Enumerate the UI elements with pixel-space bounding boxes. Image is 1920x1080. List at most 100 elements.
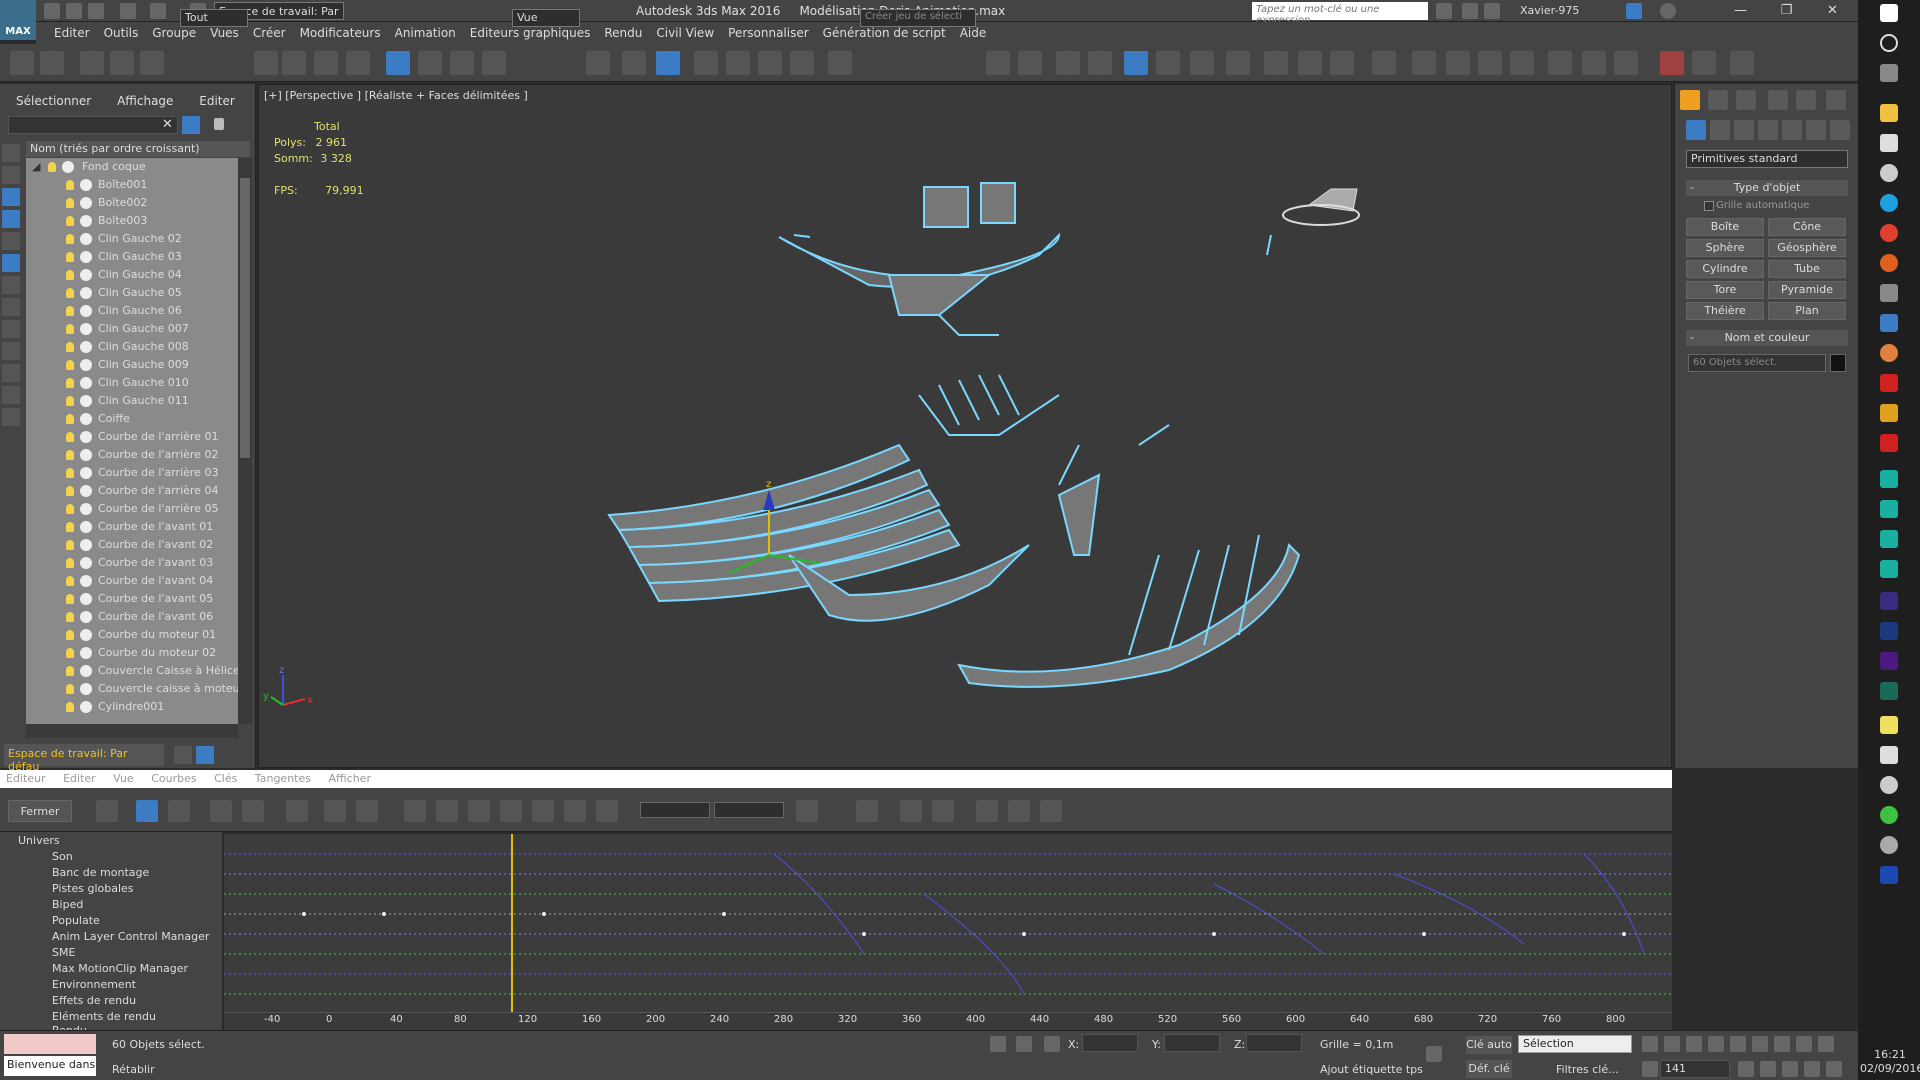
undo-icon[interactable]: [10, 51, 34, 75]
freeze-icon[interactable]: [80, 179, 92, 191]
lightbulb-icon[interactable]: [66, 306, 74, 316]
freeze-icon[interactable]: [80, 539, 92, 551]
lightbulb-icon[interactable]: [66, 630, 74, 640]
list-item[interactable]: Courbe de l'avant 04: [26, 572, 238, 590]
key-frame-field[interactable]: [640, 802, 710, 818]
layers-icon[interactable]: [174, 746, 192, 764]
teapot-button[interactable]: Théière: [1686, 302, 1764, 320]
skype-icon[interactable]: [1880, 194, 1898, 212]
hierarchy-tab-icon[interactable]: [1736, 90, 1756, 110]
lightbulb-icon[interactable]: [66, 378, 74, 388]
move-keys-icon[interactable]: [136, 800, 158, 822]
freeze-icon[interactable]: [80, 629, 92, 641]
lightbulb-icon[interactable]: [66, 684, 74, 694]
container-close-icon[interactable]: [1614, 51, 1638, 75]
display-shapes-icon[interactable]: [2, 166, 20, 184]
tangent-linear-icon[interactable]: [564, 800, 586, 822]
freeze-icon[interactable]: [80, 665, 92, 677]
ce-menu-tangentes[interactable]: Tangentes: [255, 772, 311, 785]
help-icon[interactable]: [1660, 3, 1676, 19]
redo-icon[interactable]: [40, 51, 64, 75]
key-selection-dropdown[interactable]: Sélection: [1518, 1035, 1632, 1053]
menu-civil-view[interactable]: Civil View: [656, 26, 714, 40]
list-item[interactable]: Courbe du moteur 02: [26, 644, 238, 662]
key-dot[interactable]: [862, 932, 866, 936]
cone-button[interactable]: Cône: [1768, 218, 1846, 236]
mirror-icon[interactable]: [986, 51, 1010, 75]
tree-node[interactable]: Max MotionClip Manager: [52, 962, 188, 975]
lightbulb-icon[interactable]: [66, 486, 74, 496]
freeze-icon[interactable]: [80, 701, 92, 713]
bind-spacewarp-icon[interactable]: [140, 51, 164, 75]
render-setup-icon[interactable]: [1298, 51, 1322, 75]
list-item[interactable]: Clin Gauche 010: [26, 374, 238, 392]
object-type-rollout[interactable]: - Type d'objet: [1686, 180, 1848, 196]
tree-node[interactable]: Anim Layer Control Manager: [52, 930, 209, 943]
list-item[interactable]: Courbe de l'avant 05: [26, 590, 238, 608]
word-icon[interactable]: [1880, 866, 1898, 884]
current-frame-field[interactable]: 141: [1660, 1060, 1730, 1078]
zoom-extents-icon[interactable]: [1752, 1036, 1768, 1052]
key-mode-icon[interactable]: [1642, 1061, 1658, 1077]
arc-rotate-icon[interactable]: [1804, 1061, 1820, 1077]
display-containers-icon[interactable]: [2, 342, 20, 360]
tree-node[interactable]: Univers: [18, 834, 60, 847]
tree-node[interactable]: Environnement: [52, 978, 136, 991]
rendered-frame-icon[interactable]: [1330, 51, 1354, 75]
list-item[interactable]: ◢ Fond coque: [26, 158, 238, 176]
geometry-icon[interactable]: [1686, 120, 1706, 140]
search-icon[interactable]: [1880, 34, 1898, 52]
filters-icon[interactable]: [96, 800, 118, 822]
explorer-horizontal-scrollbar[interactable]: [26, 724, 238, 738]
after-effects-icon[interactable]: [1880, 592, 1898, 610]
key-value-field[interactable]: [714, 802, 784, 818]
display-groups-icon[interactable]: [2, 276, 20, 294]
list-item[interactable]: Clin Gauche 06: [26, 302, 238, 320]
menu-groupe[interactable]: Groupe: [152, 26, 196, 40]
explorer-search-input[interactable]: [8, 116, 178, 134]
selection-lock-icon[interactable]: [1016, 1036, 1032, 1052]
explorer-column-header[interactable]: Nom (triés par ordre croissant): [26, 141, 250, 157]
lightbulb-icon[interactable]: [48, 162, 56, 172]
reference-coordinate-dropdown[interactable]: Vue: [512, 9, 580, 27]
tree-node[interactable]: Banc de montage: [52, 866, 149, 879]
menu-rendu[interactable]: Rendu: [604, 26, 642, 40]
menu-animation[interactable]: Animation: [395, 26, 456, 40]
freeze-icon[interactable]: [80, 359, 92, 371]
rotate-icon[interactable]: [418, 51, 442, 75]
explorer-menu-selectionner[interactable]: Sélectionner: [16, 94, 91, 108]
geosphere-button[interactable]: Géosphère: [1768, 239, 1846, 257]
create-tab-icon[interactable]: [1680, 90, 1700, 110]
freeze-icon[interactable]: [80, 431, 92, 443]
box-button[interactable]: Boîte: [1686, 218, 1764, 236]
link-icon[interactable]: [80, 51, 104, 75]
z-coord-field[interactable]: [1246, 1034, 1302, 1052]
steam-icon[interactable]: [1880, 164, 1898, 182]
menu-modificateurs[interactable]: Modificateurs: [300, 26, 381, 40]
angle-snap-icon[interactable]: [726, 51, 750, 75]
3dsmax-icon[interactable]: [1880, 470, 1898, 488]
clear-search-icon[interactable]: ✕: [162, 117, 173, 132]
key-dot[interactable]: [1212, 932, 1216, 936]
lightbulb-icon[interactable]: [66, 522, 74, 532]
walk-through-icon[interactable]: [1760, 1061, 1776, 1077]
graphite-ribbon-icon[interactable]: [1156, 51, 1180, 75]
x-coord-field[interactable]: [1082, 1034, 1138, 1052]
filter-icon[interactable]: [182, 116, 200, 134]
sync-icon[interactable]: [1880, 806, 1898, 824]
menu-editer[interactable]: Editer: [54, 26, 90, 40]
pivot-center-icon[interactable]: [586, 51, 610, 75]
tree-node[interactable]: Pistes globales: [52, 882, 134, 895]
scene-explorer-toggle-icon[interactable]: [1124, 51, 1148, 75]
name-color-rollout[interactable]: - Nom et couleur: [1686, 330, 1848, 346]
tangent-smooth-icon[interactable]: [596, 800, 618, 822]
tree-node[interactable]: Son: [52, 850, 73, 863]
list-item[interactable]: Clin Gauche 04: [26, 266, 238, 284]
new-file-icon[interactable]: [44, 3, 60, 19]
photoshop-icon[interactable]: [1880, 622, 1898, 640]
thunderbird-icon[interactable]: [1880, 314, 1898, 332]
lightbulb-icon[interactable]: [66, 666, 74, 676]
binoculars-icon[interactable]: [1436, 3, 1452, 19]
particles-icon[interactable]: [1510, 51, 1534, 75]
ce-menu-afficher[interactable]: Afficher: [329, 772, 371, 785]
